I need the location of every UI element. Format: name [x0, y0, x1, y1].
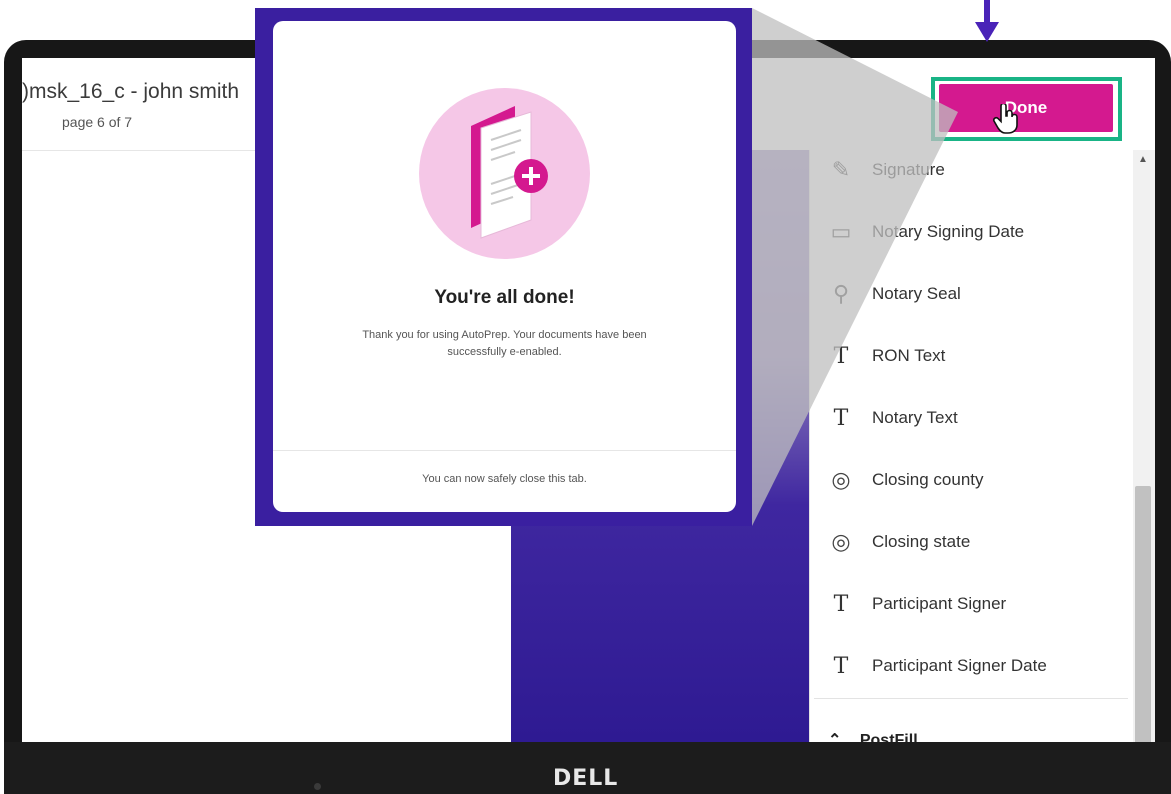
sidebar-item-participant-signer[interactable]: T Participant Signer: [810, 584, 1130, 624]
sidebar-item-label: Notary Signing Date: [872, 222, 1025, 241]
text-icon: T: [833, 591, 849, 617]
sidebar-item-label: Participant Signer: [872, 594, 1007, 613]
sidebar-item-label: Closing state: [872, 532, 971, 551]
modal-message: Thank you for using AutoPrep. Your docum…: [362, 329, 647, 358]
section-label: PostFill: [859, 732, 918, 742]
sidebar-item-label: Notary Seal: [872, 284, 961, 303]
sidebar-item-label: Participant Signer Date: [872, 656, 1047, 675]
sidebar-item-ron-text[interactable]: T RON Text: [810, 336, 1130, 376]
sidebar-item-label: RON Text: [872, 346, 946, 365]
scroll-up-arrow-icon[interactable]: ▲: [1138, 154, 1148, 165]
down-arrow-icon: [975, 0, 999, 42]
completion-modal: You're all done! Thank you for using Aut…: [273, 21, 736, 512]
chevron-up-icon: ⌃: [828, 732, 842, 742]
sidebar-item-notary-text[interactable]: T Notary Text: [810, 398, 1130, 438]
sidebar-item-closing-county[interactable]: ◎ Closing county: [810, 460, 1130, 500]
stamp-icon: ⚲: [832, 281, 850, 306]
modal-divider: [273, 450, 736, 451]
section-header-postfill[interactable]: ⌃ PostFill: [828, 730, 918, 742]
location-icon: ◎: [831, 467, 851, 492]
page-indicator: page 6 of 7: [62, 114, 133, 130]
text-icon: T: [833, 653, 849, 679]
calendar-icon: ▭: [830, 219, 852, 244]
hand-cursor-icon: [993, 102, 1019, 141]
done-button[interactable]: Done: [939, 84, 1113, 132]
indicator-light: [314, 783, 321, 790]
dell-logo: DELL: [553, 766, 619, 791]
sidebar-item-notary-signing-date[interactable]: ▭ Notary Signing Date: [810, 212, 1130, 252]
sidebar-item-notary-seal[interactable]: ⚲ Notary Seal: [810, 274, 1130, 314]
sidebar-item-participant-signer-date[interactable]: T Participant Signer Date: [810, 646, 1130, 686]
field-sidebar: ✎ Signature ▭ Notary Signing Date ⚲ Nota…: [809, 150, 1155, 742]
sidebar-divider: [814, 698, 1128, 699]
modal-title: You're all done!: [434, 287, 575, 308]
sidebar-item-closing-state[interactable]: ◎ Closing state: [810, 522, 1130, 562]
text-icon: T: [833, 405, 849, 431]
scrollbar-thumb[interactable]: [1135, 486, 1151, 742]
text-icon: T: [833, 343, 849, 369]
sidebar-item-signature[interactable]: ✎ Signature: [810, 150, 1130, 190]
document-title: )msk_16_c - john smith: [22, 80, 240, 103]
sidebar-item-label: Signature: [872, 160, 945, 179]
signature-icon: ✎: [831, 157, 851, 182]
document-plus-icon: [419, 88, 590, 259]
sidebar-item-label: Closing county: [872, 470, 984, 489]
location-icon: ◎: [831, 529, 851, 554]
sidebar-item-label: Notary Text: [872, 408, 958, 427]
modal-footer-text: You can now safely close this tab.: [422, 473, 587, 485]
